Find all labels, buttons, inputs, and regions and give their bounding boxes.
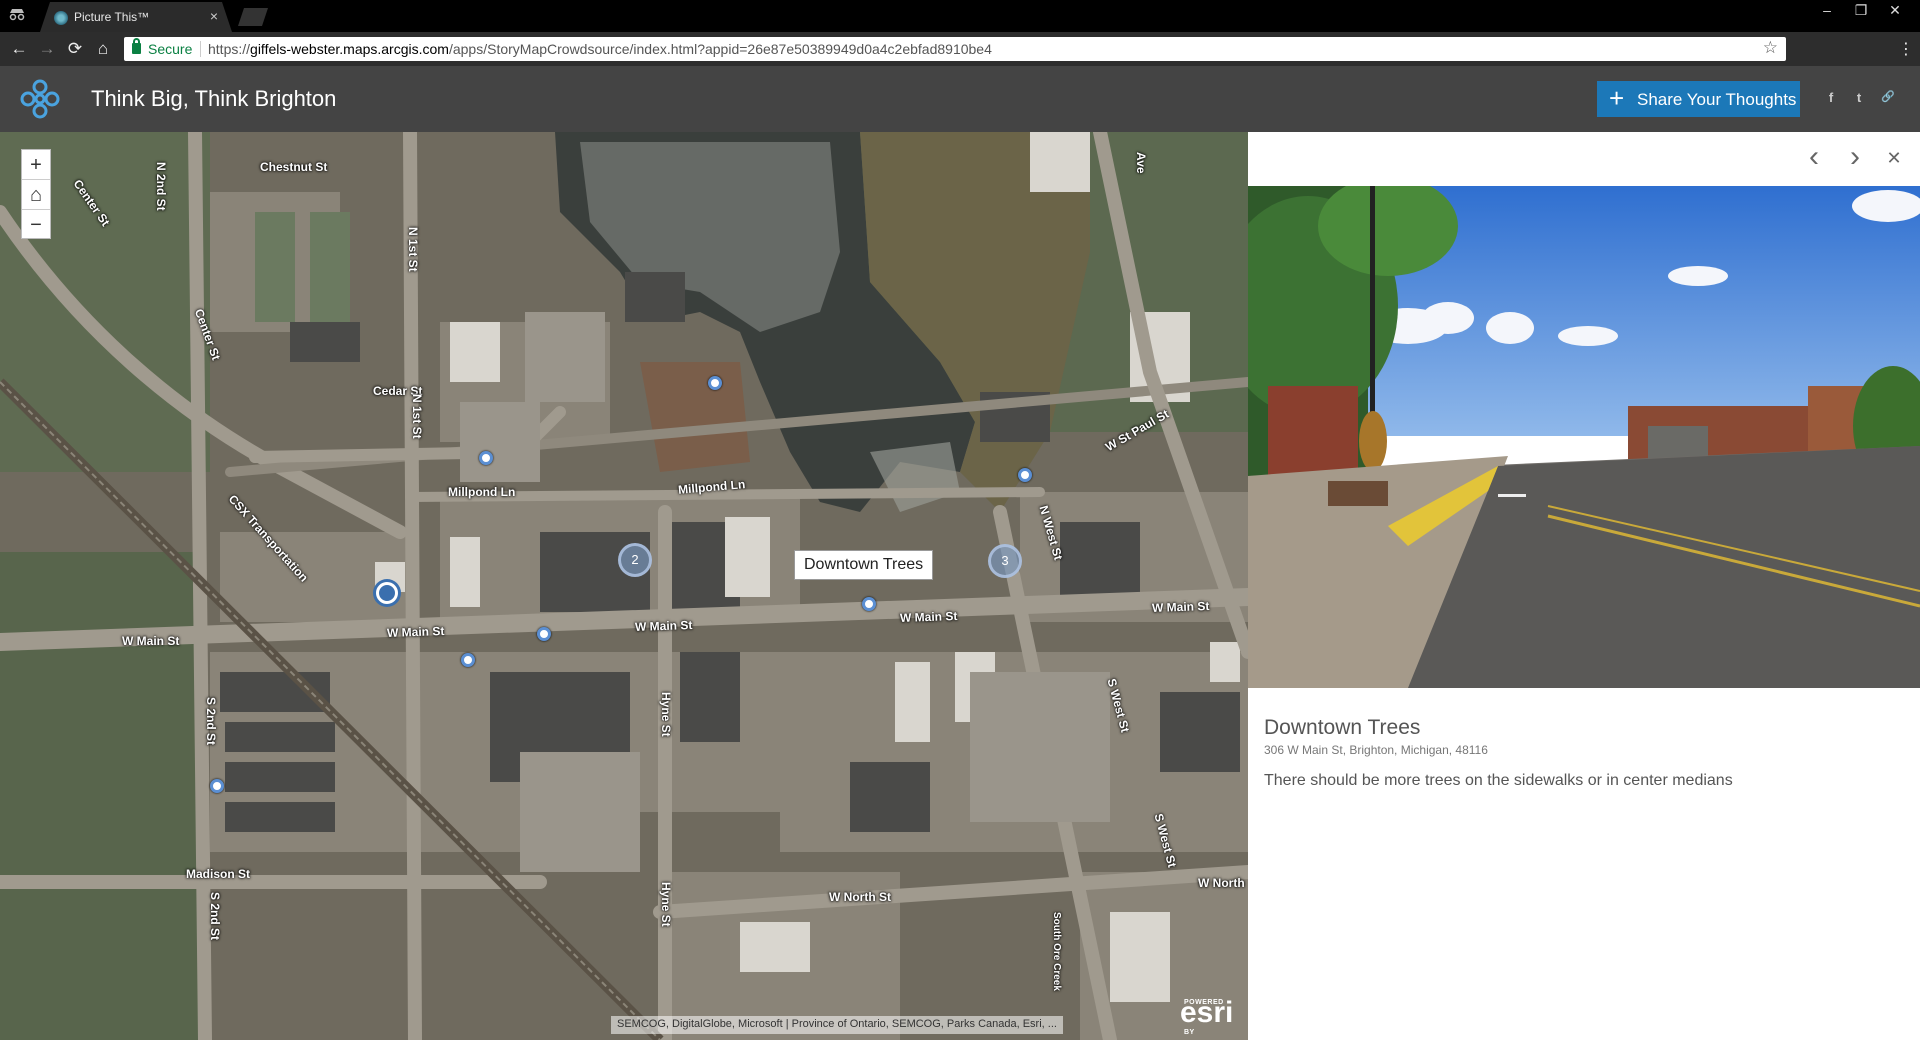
share-your-thoughts-button[interactable]: + Share Your Thoughts [1597,81,1800,117]
zoom-out-button[interactable]: − [22,210,50,240]
street-label: Hyne St [659,882,673,927]
street-label: South Ore Creek [1051,912,1062,991]
reload-button[interactable]: ⟳ [64,39,86,59]
link-icon[interactable]: 🔗 [1879,90,1897,103]
street-label: W North St [829,890,891,904]
street-label: Chestnut St [260,160,328,174]
browser-tab-bar: Picture This™ × ‒ ❐ ✕ [0,0,1920,32]
map-cluster-marker[interactable]: 2 [618,543,652,577]
street-label: W Main St [634,618,693,634]
story-title: Downtown Trees [1264,716,1421,739]
map-point-marker[interactable] [210,779,224,793]
incognito-icon [8,7,26,23]
street-label: Millpond Ln [448,485,516,499]
street-label: N 1st St [410,394,424,439]
app-header: Think Big, Think Brighton + Share Your T… [0,66,1920,132]
map-attribution: SEMCOG, DigitalGlobe, Microsoft | Provin… [611,1016,1063,1034]
twitter-icon[interactable]: t [1850,90,1868,105]
home-extent-button[interactable]: ⌂ [22,180,50,210]
street-label: Ave [1134,152,1148,174]
street-label: S 2nd St [204,697,218,746]
esri-logo: POWERED BY esri [1180,998,1233,1037]
url-path: /apps/StoryMapCrowdsource/index.html?app… [448,41,992,57]
back-button[interactable]: ← [8,39,30,59]
lock-icon [132,38,141,54]
browser-menu-icon[interactable]: ⋮ [1898,39,1914,59]
zoom-control: + ⌂ − [21,149,51,239]
tab-close-icon[interactable]: × [210,8,218,24]
app-title: Think Big, Think Brighton [91,86,337,111]
favicon-icon [54,11,68,25]
story-photo [1248,186,1920,688]
map-point-marker[interactable] [537,627,551,641]
story-address: 306 W Main St, Brighton, Michigan, 48116 [1264,743,1488,757]
map-point-marker[interactable] [708,376,722,390]
map-point-marker[interactable] [1018,468,1032,482]
map-point-marker[interactable] [461,653,475,667]
story-detail-panel: ‹ › ✕ Downtown Trees 306 W Main St, Brig… [1248,132,1920,1040]
url-scheme: https:// [208,41,251,57]
street-label: N 1st St [406,227,420,272]
address-separator [200,41,201,57]
aerial-imagery [0,132,1248,1040]
plus-icon: + [1609,83,1625,113]
browser-toolbar: ← → ⟳ ⌂ Secure https://giffels-webster.m… [0,32,1920,66]
url-text[interactable]: https://giffels-webster.maps.arcgis.com/… [208,41,992,57]
address-bar[interactable]: Secure https://giffels-webster.maps.arcg… [124,37,1786,61]
street-label: W North [1198,876,1245,890]
street-label: Madison St [186,867,251,881]
map-tooltip: Downtown Trees [794,550,934,580]
window-close-button[interactable]: ✕ [1878,0,1912,22]
next-icon[interactable]: › [1843,140,1867,174]
street-label: S 2nd St [208,892,222,941]
share-button-label: Share Your Thoughts [1637,90,1797,109]
street-label: W Main St [899,609,958,625]
url-host: giffels-webster.maps.arcgis.com [250,41,449,57]
selected-map-point-marker[interactable] [376,582,398,604]
street-label: W Main St [386,624,445,640]
browser-tab[interactable]: Picture This™ × [40,2,232,32]
minimize-button[interactable]: ‒ [1810,0,1844,22]
forward-button[interactable]: → [36,39,58,59]
restore-button[interactable]: ❐ [1844,0,1878,22]
bookmark-star-icon[interactable]: ☆ [1763,38,1778,58]
home-button[interactable]: ⌂ [92,39,114,59]
previous-icon[interactable]: ‹ [1802,140,1826,174]
story-description: There should be more trees on the sidewa… [1264,772,1733,789]
map-point-marker[interactable] [862,597,876,611]
map-cluster-marker[interactable]: 3 [988,544,1022,578]
close-icon[interactable]: ✕ [1882,148,1906,169]
street-label: W Main St [1151,599,1210,615]
map-point-marker[interactable] [479,451,493,465]
app-logo-icon [18,77,62,121]
street-label: W Main St [122,634,180,648]
zoom-in-button[interactable]: + [22,150,50,180]
map-view[interactable]: N 2nd St Chestnut St Center St Center St… [0,132,1248,1040]
secure-label: Secure [148,41,193,57]
tab-title: Picture This™ [74,10,150,24]
street-label: N 2nd St [154,162,168,211]
new-tab-button[interactable] [238,8,268,26]
esri-powered-by: POWERED BY [1184,999,1224,1036]
street-label: Hyne St [659,692,673,737]
facebook-icon[interactable]: f [1822,90,1840,105]
